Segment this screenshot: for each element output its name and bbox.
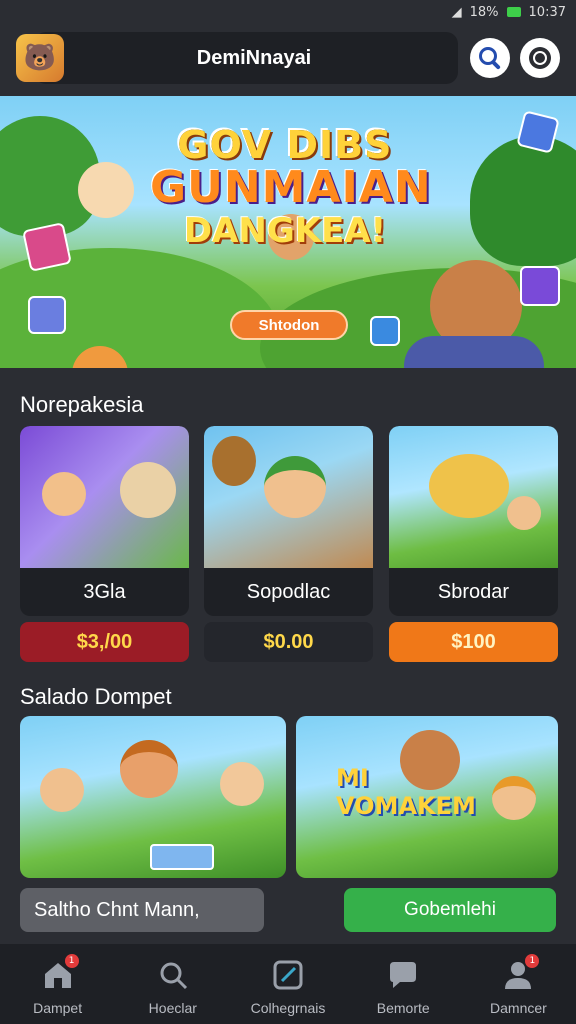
hero-title: GOV DIBS GUNMAIAN DANGKEA! [150,123,432,251]
game-card[interactable]: 3Gla [20,426,189,616]
game-card-label: Sopodlac [246,580,331,603]
featured-banner-text: MI VOMAKEM [336,764,476,820]
nav-item-home[interactable]: 1 Dampet [0,944,115,1024]
card-icon [370,316,400,346]
bottom-nav: 1 Dampet Hoeclar Colhegrnais Bemorte 1 D… [0,944,576,1024]
primary-action-button[interactable]: Gobemlehi [344,888,556,932]
app-header: DemiNnayai 🐻 [16,30,560,86]
nav-item-chat[interactable]: Bemorte [346,944,461,1024]
battery-icon [506,7,521,17]
search-button[interactable] [470,38,510,78]
settings-button[interactable] [520,38,560,78]
featured-game-card[interactable]: MI VOMAKEM [296,716,558,878]
game-thumbnail [204,426,373,568]
gift-box-icon [22,222,72,272]
section-title: Norepakesia [20,392,144,417]
user-icon: 1 [501,954,540,992]
featured-game-card[interactable] [20,716,286,878]
price-button[interactable]: $0.00 [204,622,373,662]
edit-icon [271,958,305,992]
app-title-bar: DemiNnayai [34,32,458,84]
game-card[interactable]: Sbrodar [389,426,558,616]
game-card-label: 3Gla [83,580,126,603]
chat-icon [386,958,420,992]
hero-cta-badge[interactable]: Shtodon [230,310,348,340]
notification-badge: 1 [525,954,540,968]
section-title: Salado Dompet [20,684,172,709]
app-logo[interactable]: 🐻 [16,34,64,82]
price-button[interactable]: $100 [389,622,558,662]
app-title: DemiNnayai [196,46,312,69]
nav-item-edit[interactable]: Colhegrnais [230,944,345,1024]
game-thumbnail [389,426,558,568]
clock: 10:37 [528,4,566,20]
message-input[interactable]: Saltho Chnt Mann, [20,888,264,932]
home-icon: 1 [41,954,79,992]
nav-item-profile[interactable]: 1 Damncer [461,944,576,1024]
gift-box-icon [520,266,560,306]
nav-item-search[interactable]: Hoeclar [115,944,230,1024]
game-card-label: Sbrodar [437,580,510,603]
wifi-icon: ◢ [451,4,462,20]
game-card[interactable]: Sopodlac [204,426,373,616]
price-button[interactable]: $3,/00 [20,622,189,662]
status-bar: ◢ 18% 10:37 [0,0,576,24]
notification-badge: 1 [64,954,79,968]
battery-percent: 18% [469,4,499,20]
game-thumbnail [20,426,189,568]
hero-character-kid [78,162,134,218]
gear-icon [529,47,551,69]
hero-banner[interactable]: GOV DIBS GUNMAIAN DANGKEA! Shtodon [0,96,576,368]
search-icon [156,958,190,992]
card-icon [28,296,66,334]
